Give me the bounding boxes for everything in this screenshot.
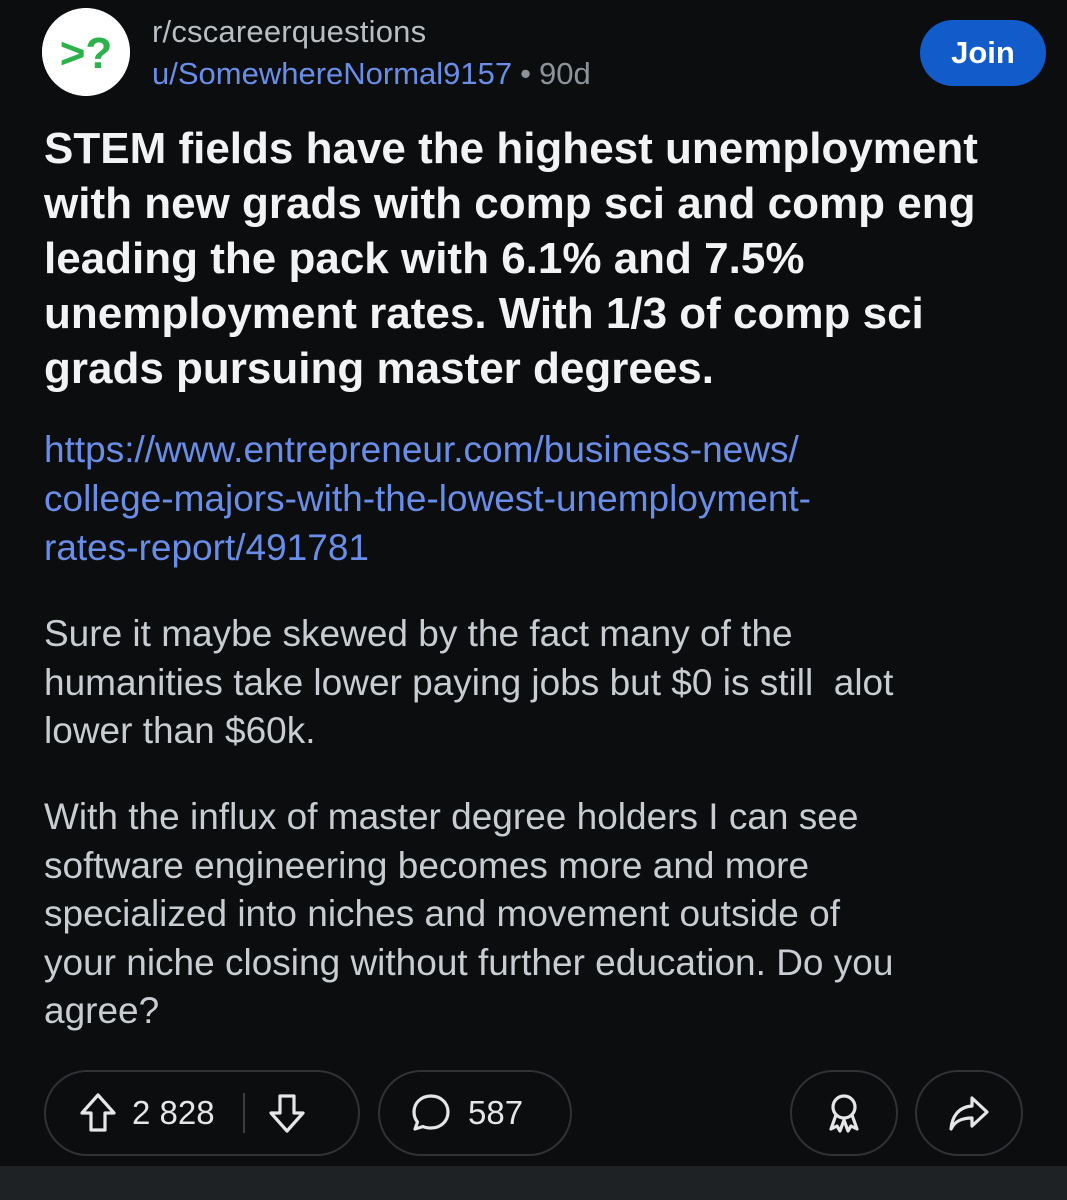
- post-link-line: college-majors-with-the-lowest-unemploym…: [44, 478, 811, 519]
- post-body-paragraph: Sure it maybe skewed by the fact many of…: [44, 610, 1044, 756]
- share-button[interactable]: [915, 1070, 1023, 1156]
- upvote-count: 2 828: [132, 1094, 215, 1131]
- body-line: lower than $60k.: [44, 710, 316, 751]
- post-age: 90d: [539, 56, 591, 91]
- reddit-post: >? r/cscareerquestions u/SomewhereNormal…: [0, 0, 1067, 1200]
- post-header: >? r/cscareerquestions u/SomewhereNormal…: [0, 0, 1067, 110]
- post-body-paragraph: With the influx of master degree holders…: [44, 793, 1044, 1036]
- post-link-line: rates-report/491781: [44, 527, 369, 568]
- upvote-icon[interactable]: [78, 1092, 118, 1134]
- body-line: software engineering becomes more and mo…: [44, 844, 810, 886]
- post-link-line: https://www.entrepreneur.com/business-ne…: [44, 429, 799, 470]
- body-line: humanities take lower paying jobs but $0…: [44, 661, 894, 703]
- join-button[interactable]: Join: [920, 20, 1046, 86]
- vote-pill: 2 828: [44, 1070, 360, 1156]
- body-line: With the influx of master degree holders…: [44, 796, 859, 837]
- post-title[interactable]: STEM fields have the highest unemploymen…: [44, 121, 1034, 396]
- subreddit-avatar[interactable]: >?: [42, 8, 130, 96]
- subreddit-name[interactable]: r/cscareerquestions: [152, 14, 426, 50]
- comments-button[interactable]: 587: [378, 1070, 572, 1156]
- body-line: specialized into niches and movement out…: [44, 893, 840, 934]
- avatar-text: >?: [60, 29, 113, 78]
- award-icon: [823, 1091, 865, 1135]
- comment-icon: [410, 1092, 452, 1134]
- downvote-icon[interactable]: [267, 1092, 307, 1134]
- body-line: agree?: [44, 990, 160, 1031]
- author-username[interactable]: u/SomewhereNormal9157: [152, 56, 512, 91]
- meta-separator: •: [520, 56, 531, 91]
- bottom-bar: [0, 1166, 1067, 1200]
- subreddit-logo-icon: >?: [42, 8, 130, 96]
- body-line: your niche closing without further educa…: [44, 941, 894, 983]
- award-button[interactable]: [790, 1070, 898, 1156]
- post-link[interactable]: https://www.entrepreneur.com/business-ne…: [44, 425, 1034, 572]
- post-meta: u/SomewhereNormal9157 • 90d: [152, 56, 591, 92]
- body-line: Sure it maybe skewed by the fact many of…: [44, 613, 793, 654]
- share-icon: [947, 1093, 991, 1133]
- vote-divider: [242, 1093, 245, 1133]
- comment-count: 587: [468, 1094, 524, 1131]
